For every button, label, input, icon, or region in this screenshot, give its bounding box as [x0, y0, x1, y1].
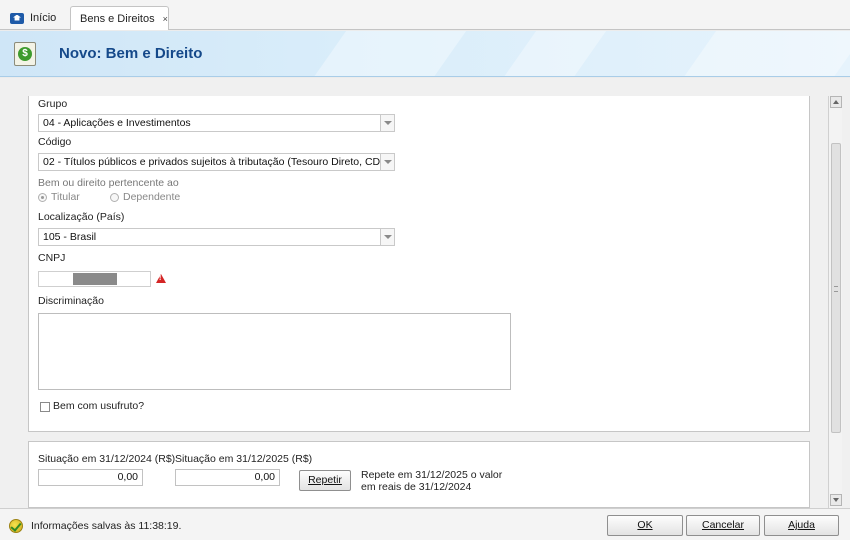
repetir-note: Repete em 31/12/2025 o valor em reais de… — [361, 469, 502, 493]
bem-details-panel: Grupo 04 - Aplicações e Investimentos Có… — [28, 96, 810, 432]
titular-radio-option[interactable]: Titular — [38, 191, 80, 203]
vertical-scrollbar[interactable] — [828, 96, 842, 508]
ok-button-label: OK — [637, 519, 653, 531]
localizacao-select[interactable]: 105 - Brasil — [38, 228, 395, 246]
codigo-value: 02 - Títulos públicos e privados sujeito… — [43, 156, 395, 168]
cnpj-redacted — [73, 273, 117, 285]
tab-bens-label: Bens e Direitos — [80, 12, 155, 25]
help-button-label: Ajuda — [788, 519, 815, 531]
grupo-label: Grupo — [38, 98, 68, 110]
page-title: Novo: Bem e Direito — [59, 45, 203, 62]
save-status: Informações salvas às 11:38:19. — [31, 520, 182, 532]
repetir-note-line2: em reais de 31/12/2024 — [361, 481, 472, 493]
repetir-note-line1: Repete em 31/12/2025 o valor — [361, 469, 503, 481]
saved-check-icon — [9, 519, 23, 533]
dependente-radio-option[interactable]: Dependente — [110, 191, 180, 203]
page-header: $ Novo: Bem e Direito — [0, 31, 850, 77]
titular-label: Titular — [51, 191, 80, 203]
pertencente-label: Bem ou direito pertencente ao — [38, 177, 179, 189]
cancel-button[interactable]: Cancelar — [686, 515, 760, 536]
form-area: Grupo 04 - Aplicações e Investimentos Có… — [0, 78, 850, 508]
ok-button[interactable]: OK — [607, 515, 683, 536]
cnpj-input[interactable] — [38, 271, 151, 287]
close-tab-icon[interactable]: × — [163, 14, 168, 24]
cancel-button-label: Cancelar — [701, 519, 745, 531]
tab-inicio[interactable]: Início — [4, 6, 66, 30]
status-bar: Informações salvas às 11:38:19. OK Cance… — [0, 508, 850, 540]
scroll-down-icon[interactable] — [830, 494, 842, 506]
dependente-label: Dependente — [123, 191, 181, 203]
chevron-down-icon[interactable] — [380, 115, 394, 131]
chevron-down-icon[interactable] — [380, 154, 394, 170]
dependente-radio[interactable] — [110, 192, 119, 202]
grupo-value: 04 - Aplicações e Investimentos — [43, 117, 191, 129]
repetir-button[interactable]: Repetir — [299, 470, 351, 491]
localizacao-label: Localização (País) — [38, 211, 125, 223]
usufruto-label: Bem com usufruto? — [53, 400, 145, 412]
tab-inicio-label: Início — [30, 12, 57, 24]
localizacao-value: 105 - Brasil — [43, 231, 97, 243]
codigo-select[interactable]: 02 - Títulos públicos e privados sujeito… — [38, 153, 395, 171]
discriminacao-textarea[interactable] — [38, 313, 511, 390]
warning-icon — [156, 274, 166, 283]
cnpj-label: CNPJ — [38, 252, 66, 264]
scroll-up-icon[interactable] — [830, 96, 842, 108]
scrollbar-thumb[interactable] — [831, 143, 841, 433]
discriminacao-label: Discriminação — [38, 295, 104, 307]
grupo-select[interactable]: 04 - Aplicações e Investimentos — [38, 114, 395, 132]
situacao-panel: Situação em 31/12/2024 (R$) 0,00 Situaçã… — [28, 441, 810, 508]
home-icon — [10, 12, 24, 24]
situacao-2024-input[interactable]: 0,00 — [38, 469, 143, 486]
codigo-label: Código — [38, 136, 72, 148]
titular-radio[interactable] — [38, 192, 47, 202]
help-button[interactable]: Ajuda — [764, 515, 839, 536]
chevron-down-icon[interactable] — [380, 229, 394, 245]
repetir-button-label: Repetir — [308, 474, 342, 486]
situacao-2025-input[interactable]: 0,00 — [175, 469, 280, 486]
tab-bens-e-direitos[interactable]: Bens e Direitos × — [70, 6, 169, 30]
usufruto-checkbox[interactable] — [40, 402, 50, 412]
money-document-icon: $ — [14, 42, 36, 66]
tab-bar: Início Bens e Direitos × — [0, 0, 850, 30]
situacao-2025-label: Situação em 31/12/2025 (R$) — [175, 453, 313, 465]
situacao-2024-label: Situação em 31/12/2024 (R$) — [38, 453, 176, 465]
